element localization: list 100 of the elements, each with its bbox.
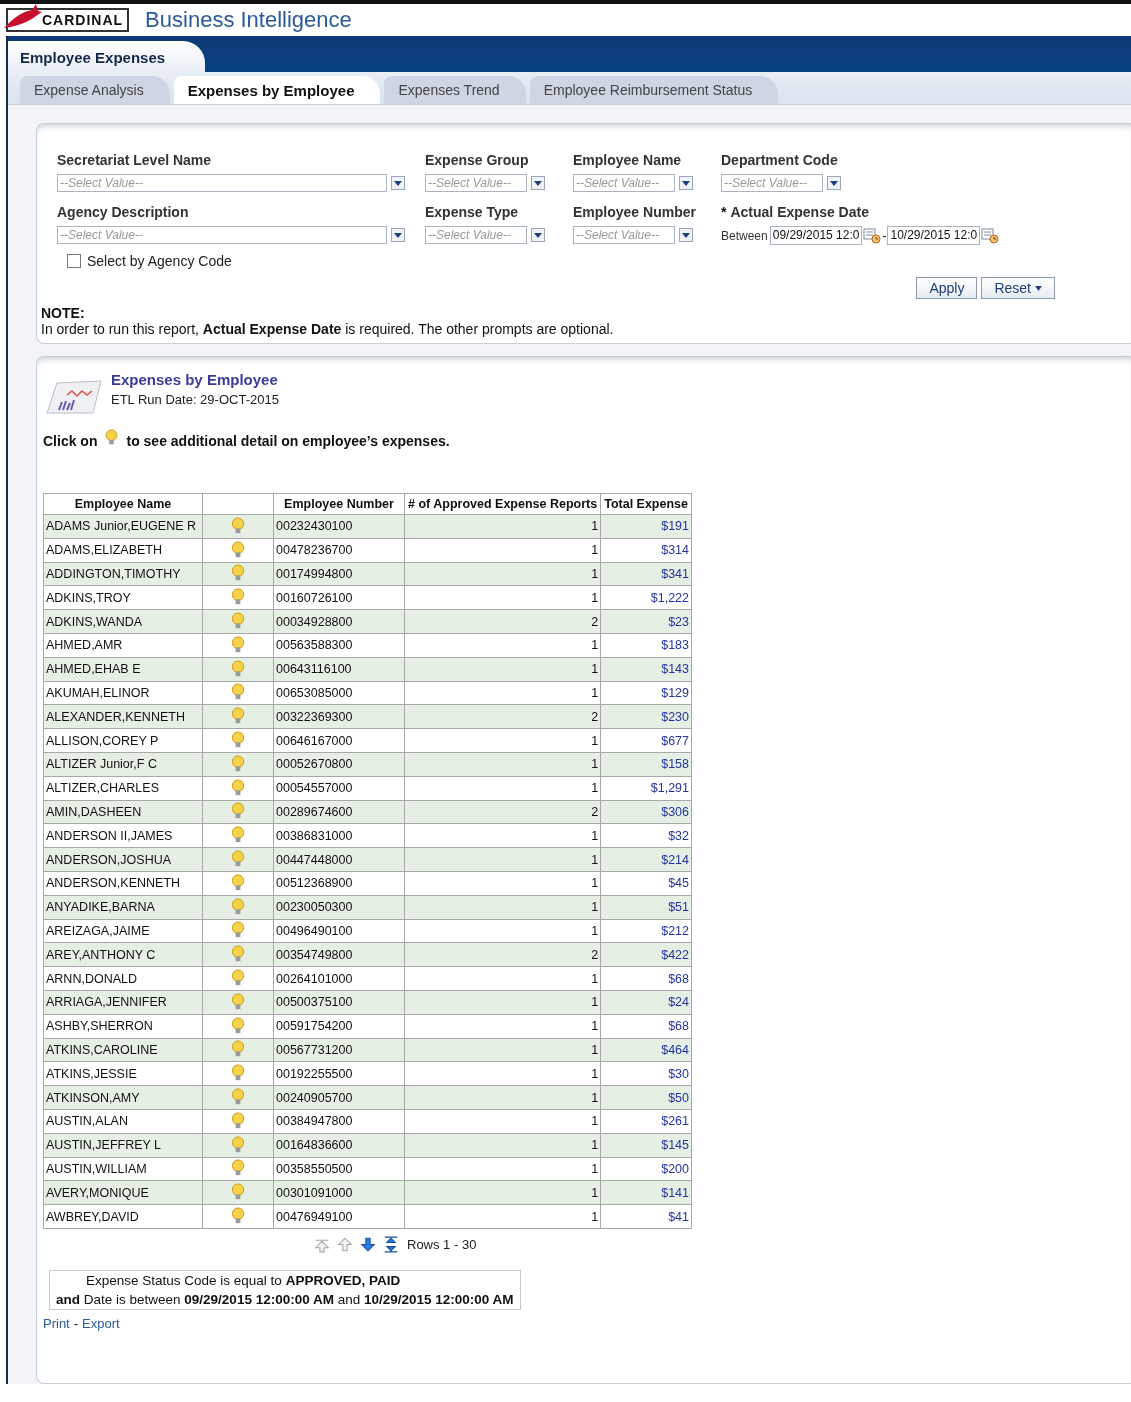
total-link[interactable]: $30 (600, 1061, 692, 1086)
table-cell: AVERY,MONIQUE (43, 1180, 203, 1205)
table-cell: 1 (404, 657, 601, 682)
page-tab[interactable]: Expenses Trend (384, 76, 526, 104)
table-cell: ATKINS,JESSIE (43, 1061, 203, 1086)
table-cell: ADDINGTON,TIMOTHY (43, 562, 203, 586)
lightbulb-icon[interactable] (231, 659, 245, 679)
lightbulb-icon[interactable] (231, 635, 245, 655)
lightbulb-icon[interactable] (231, 1088, 245, 1107)
total-link[interactable]: $1,291 (600, 776, 692, 801)
total-link[interactable]: $1,222 (600, 585, 692, 610)
table-cell: AKUMAH,ELINOR (43, 681, 203, 705)
table-cell: 1 (404, 1157, 601, 1181)
reset-button[interactable]: Reset (981, 277, 1055, 299)
column-header: Employee Number (273, 493, 405, 515)
table-cell: 00496490100 (273, 919, 405, 943)
calendar-icon[interactable] (981, 227, 1000, 244)
lightbulb-icon[interactable] (231, 1111, 245, 1131)
total-link[interactable]: $129 (600, 681, 692, 705)
total-link[interactable]: $183 (600, 633, 692, 658)
table-cell: 00512368900 (273, 871, 405, 896)
between-label: Between (721, 228, 768, 243)
lightbulb-icon[interactable] (231, 1207, 245, 1226)
page-tab[interactable]: Employee Reimbursement Status (529, 76, 779, 104)
date-field[interactable]: 10/29/2015 12:0 (887, 226, 981, 245)
lightbulb-icon[interactable] (231, 992, 245, 1012)
total-link[interactable]: $200 (600, 1157, 692, 1181)
table-cell: 00289674600 (273, 800, 405, 824)
lightbulb-icon[interactable] (231, 897, 245, 917)
table-cell: 2 (404, 942, 601, 967)
rows-count: Rows 1 - 30 (407, 1236, 477, 1252)
table-cell: 1 (404, 1109, 601, 1134)
lightbulb-icon[interactable] (231, 540, 245, 560)
table-cell: 00386831000 (273, 823, 405, 848)
checkbox[interactable] (67, 254, 81, 268)
table-cell: 1 (404, 1180, 601, 1205)
table-cell: 00301091000 (273, 1180, 405, 1205)
prompt-label: Agency Description (57, 204, 190, 220)
table-cell: AUSTIN,ALAN (43, 1109, 203, 1134)
page-tab[interactable]: Expenses by Employee (173, 76, 381, 104)
report-link[interactable]: Export (82, 1315, 120, 1331)
total-link[interactable]: $314 (600, 538, 692, 563)
page-tab[interactable]: Expense Analysis (20, 76, 170, 104)
table-cell: ASHBY,SHERRON (43, 1014, 203, 1039)
note-title: NOTE: (41, 305, 86, 321)
table-cell: 00054557000 (273, 776, 405, 801)
total-link[interactable]: $45 (600, 871, 692, 896)
table-cell: 00563588300 (273, 633, 405, 658)
column-header: # of Approved Expense Reports (404, 493, 601, 515)
lightbulb-icon[interactable] (231, 778, 245, 798)
table-cell: 00500375100 (273, 990, 405, 1015)
table-cell: 1 (404, 633, 601, 658)
table-cell: 1 (404, 1038, 601, 1062)
table-cell: 1 (404, 752, 601, 777)
total-link[interactable]: $68 (600, 1014, 692, 1039)
table-cell: ANYADIKE,BARNA (43, 895, 203, 920)
table-cell: 00034928800 (273, 609, 405, 634)
table-cell: AMIN,DASHEEN (43, 800, 203, 824)
total-link[interactable]: $677 (600, 728, 692, 753)
table-cell: ATKINSON,AMY (43, 1085, 203, 1110)
lightbulb-icon[interactable] (231, 516, 245, 536)
hint-text: Click on (43, 433, 98, 449)
table-cell: 1 (404, 895, 601, 920)
table-cell: 00160726100 (273, 585, 405, 610)
total-link[interactable]: $68 (600, 966, 692, 991)
table-cell: 1 (404, 681, 601, 705)
table-cell: 00358550500 (273, 1157, 405, 1181)
hint-text: to see additional detail on employee’s expenses. (126, 433, 450, 449)
logo-text: CARDINAL (42, 12, 124, 28)
table-cell: 00653085000 (273, 681, 405, 705)
prompt-label: Secretariat Level Name (57, 152, 213, 168)
filter-line: Expense Status Code is equal to APPROVED, PAID (85, 1272, 402, 1288)
total-link[interactable]: $261 (600, 1109, 692, 1134)
report-link[interactable]: Print (43, 1315, 70, 1331)
etl-run-date: ETL Run Date: 29-OCT-2015 (111, 392, 279, 407)
table-cell: AREIZAGA,JAIME (43, 919, 203, 943)
table-cell: 00230050300 (273, 895, 405, 920)
calendar-icon[interactable] (863, 227, 882, 244)
filter-line: and Date is between 09/29/2015 12:00:00 AM and 10/29/2015 12:00:00 AM (56, 1291, 514, 1307)
apply-button[interactable]: Apply (916, 277, 978, 299)
table-cell: 1 (404, 966, 601, 991)
total-link[interactable]: $212 (600, 919, 692, 943)
lightbulb-icon[interactable] (231, 754, 245, 774)
table-cell: 1 (404, 538, 601, 563)
all-rows-icon[interactable] (382, 1234, 400, 1254)
checkbox-label: Select by Agency Code (87, 253, 232, 269)
table-cell: 00591754200 (273, 1014, 405, 1039)
lightbulb-icon[interactable] (231, 1016, 245, 1036)
lightbulb-icon[interactable] (231, 873, 245, 893)
dashboard-tab[interactable]: Employee Expenses (8, 41, 206, 72)
total-link[interactable]: $41 (600, 1204, 692, 1229)
table-cell: 00476949100 (273, 1204, 405, 1229)
date-field[interactable]: 09/29/2015 12:0 (769, 226, 863, 245)
table-cell: 2 (404, 704, 601, 729)
table-cell: 1 (404, 776, 601, 801)
table-cell: ALLISON,COREY P (43, 728, 203, 753)
table-cell: 00192255500 (273, 1061, 405, 1086)
table-cell: AHMED,AMR (43, 633, 203, 658)
total-link[interactable]: $32 (600, 823, 692, 848)
lightbulb-icon[interactable] (231, 1135, 245, 1155)
